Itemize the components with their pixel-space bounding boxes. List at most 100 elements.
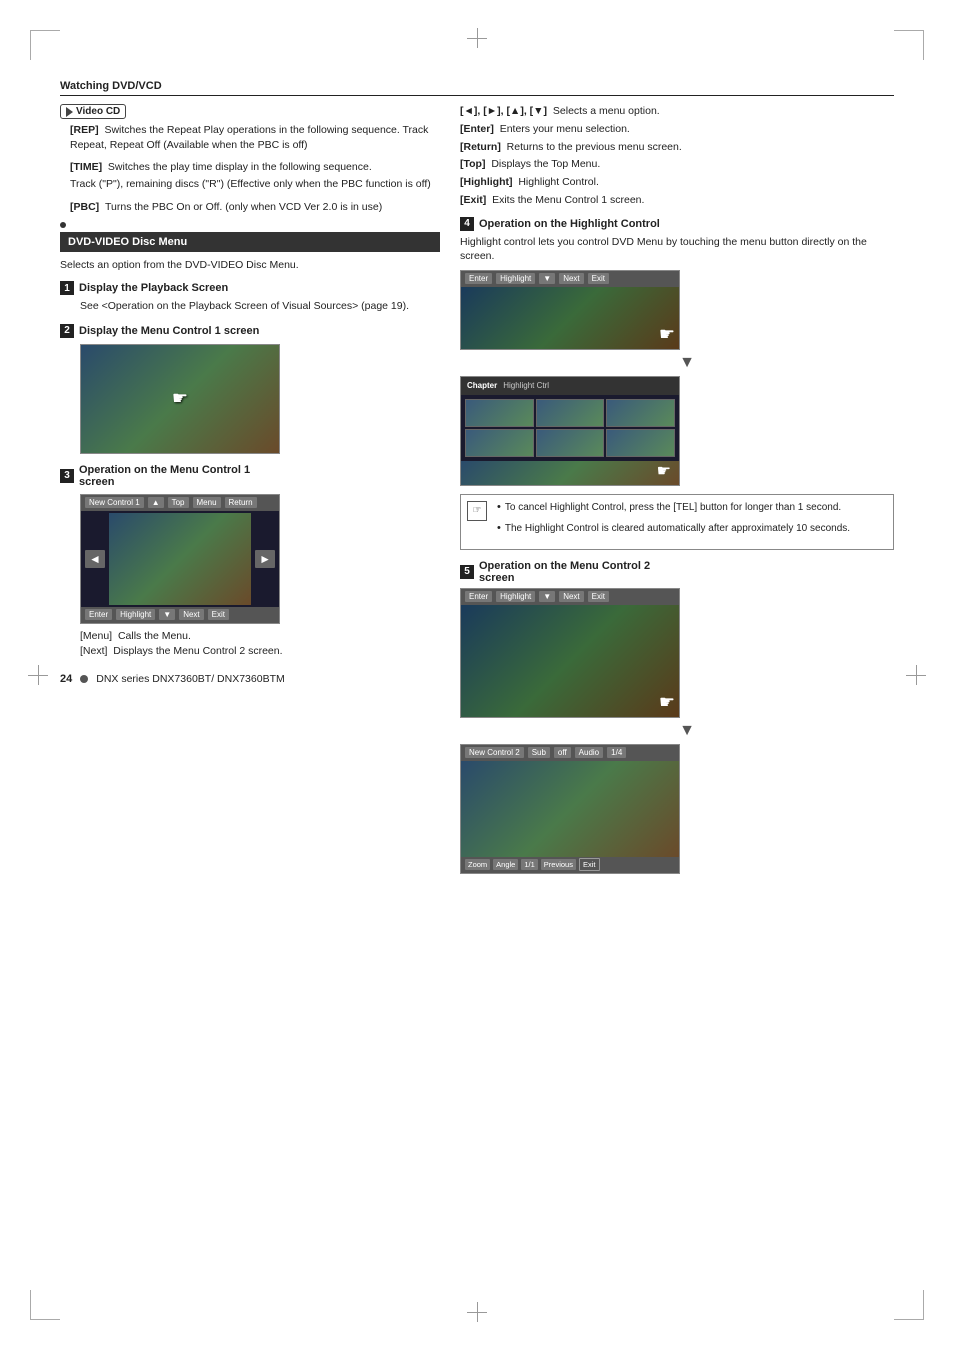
exit-item: [Exit] Exits the Menu Control 1 screen.	[460, 193, 894, 209]
screen-bottom-bar: Enter Highlight ▼ Next Exit	[81, 607, 279, 623]
time-text: [TIME] Switches the play time display in…	[70, 160, 440, 175]
enter-label: [Enter]	[460, 123, 494, 135]
arrows-desc: Selects a menu option.	[553, 105, 660, 117]
section-4-header: 4 Operation on the Highlight Control	[460, 217, 894, 231]
arrows-item: [◄], [►], [▲], [▼] Selects a menu option…	[460, 104, 894, 120]
time-desc2: Track ("P"), remaining discs ("R") (Effe…	[70, 177, 440, 192]
screen-top-bar: New Control 1 ▲ Top Menu Return	[81, 495, 279, 511]
menu2-bottom-nav-bar: Zoom Angle 1/1 Previous Exit	[461, 857, 679, 873]
hl-next: Next	[559, 273, 583, 284]
chapter-screen: Chapter Highlight Ctrl ☛	[460, 376, 680, 486]
section-5: 5 Operation on the Menu Control 2screen …	[460, 560, 894, 874]
right-column: [◄], [►], [▲], [▼] Selects a menu option…	[460, 104, 894, 884]
enter-item: [Enter] Enters your menu selection.	[460, 122, 894, 138]
section-4-desc: Highlight control lets you control DVD M…	[460, 235, 894, 264]
bot-highlight: Highlight	[116, 609, 155, 620]
highlight-desc: Highlight Control.	[518, 176, 599, 188]
section-1: 1 Display the Playback Screen See <Opera…	[60, 281, 440, 314]
top-bar-up: ▲	[148, 497, 164, 508]
footer-text: DNX series DNX7360BT/ DNX7360BTM	[96, 673, 284, 685]
section-3-number: 3	[60, 469, 74, 483]
top-label: [Top]	[460, 158, 485, 170]
highlight-item: [Highlight] Highlight Control.	[460, 175, 894, 191]
section-4: 4 Operation on the Highlight Control Hig…	[460, 217, 894, 550]
section-5-title: Operation on the Menu Control 2screen	[479, 560, 650, 584]
left-column: Video CD [REP] Switches the Repeat Play …	[60, 104, 440, 884]
menu2-top-bar: Enter Highlight ▼ Next Exit	[461, 589, 679, 605]
note-bullet-2: •	[497, 522, 501, 534]
top-bar-menu: Menu	[193, 497, 221, 508]
m2b-zoom: Zoom	[465, 859, 490, 870]
note-bullet-1: •	[497, 501, 501, 513]
arrow-options: [◄], [►], [▲], [▼] Selects a menu option…	[460, 104, 894, 209]
hl-exit: Exit	[588, 273, 609, 284]
next-desc: Displays the Menu Control 2 screen.	[113, 645, 282, 657]
chapter-sub-label: Highlight Ctrl	[503, 381, 549, 390]
top-bar-return: Return	[225, 497, 257, 508]
hand-cursor-icon: ☛	[172, 388, 188, 409]
menu-control-2-bottom-screen: New Control 2 Sub off Audio 1/4 Zoom Ang…	[460, 744, 680, 874]
section-1-title: Display the Playback Screen	[79, 282, 228, 294]
arrow-down-1: ▼	[480, 354, 894, 372]
menu-control-1-detail-screen: New Control 1 ▲ Top Menu Return ◄ ► Ente…	[80, 494, 280, 624]
note-row-1: • To cancel Highlight Control, press the…	[497, 501, 850, 519]
section-3: 3 Operation on the Menu Control 1screen …	[60, 464, 440, 657]
chapter-cell-5	[536, 429, 605, 457]
page-number: 24	[60, 673, 72, 685]
return-item: [Return] Returns to the previous menu sc…	[460, 140, 894, 156]
pbc-label: [PBC]	[70, 201, 99, 213]
m2b-angle: Angle	[493, 859, 518, 870]
note-icon: ☞	[467, 501, 487, 521]
hand-icon-3: ☛	[659, 692, 675, 713]
top-desc: Displays the Top Menu.	[491, 158, 600, 170]
section-1-header: 1 Display the Playback Screen	[60, 281, 440, 295]
pbc-desc: Turns the PBC On or Off. (only when VCD …	[105, 201, 382, 213]
note-icon-symbol: ☞	[473, 505, 482, 516]
bullet-dot	[60, 222, 66, 228]
section-4-number: 4	[460, 217, 474, 231]
m2t-down: ▼	[539, 591, 555, 602]
rep-block: [REP] Switches the Repeat Play operation…	[60, 123, 440, 152]
section-2-header: 2 Display the Menu Control 1 screen	[60, 324, 440, 338]
arrows-label: [◄], [►], [▲], [▼]	[460, 105, 547, 117]
chapter-grid	[461, 395, 679, 461]
menu-next-labels: [Menu] Calls the Menu. [Next] Displays t…	[60, 630, 440, 657]
top-bar-top: Top	[168, 497, 189, 508]
disc-menu-desc: Selects an option from the DVD-VIDEO Dis…	[60, 258, 440, 273]
m2b-audio: Audio	[575, 747, 603, 758]
arrow-down-2: ▼	[480, 722, 894, 740]
bot-next: Next	[179, 609, 203, 620]
bot-exit: Exit	[208, 609, 229, 620]
footer-dot	[80, 675, 88, 683]
chapter-cell-1	[465, 399, 534, 427]
section-4-title: Operation on the Highlight Control	[479, 218, 660, 230]
hand-icon-2: ☛	[657, 461, 671, 481]
menu-label-row: [Menu] Calls the Menu.	[80, 630, 440, 642]
m2t-enter: Enter	[465, 591, 492, 602]
section-2-title: Display the Menu Control 1 screen	[79, 325, 259, 337]
bot-enter: Enter	[85, 609, 112, 620]
menu2-top-info-bar: New Control 2 Sub off Audio 1/4	[461, 745, 679, 761]
note-box: ☞ • To cancel Highlight Control, press t…	[460, 494, 894, 550]
highlight-screen-top: Enter Highlight ▼ Next Exit ☛	[460, 270, 680, 350]
page-footer: 24 DNX series DNX7360BT/ DNX7360BTM	[60, 673, 440, 685]
return-desc: Returns to the previous menu screen.	[507, 141, 682, 153]
m2b-oneone: 1/1	[521, 859, 537, 870]
exit-label: [Exit]	[460, 194, 486, 206]
m2t-next: Next	[559, 591, 583, 602]
chapter-cell-2	[536, 399, 605, 427]
top-item: [Top] Displays the Top Menu.	[460, 157, 894, 173]
dvd-menu-box: DVD-VIDEO Disc Menu	[60, 232, 440, 252]
hand-icon-1: ☛	[659, 324, 675, 345]
m2b-sub: Sub	[528, 747, 550, 758]
note-row-2: • The Highlight Control is cleared autom…	[497, 522, 850, 540]
note-text-2: The Highlight Control is cleared automat…	[505, 522, 850, 536]
chapter-cell-6	[606, 429, 675, 457]
section-5-number: 5	[460, 565, 474, 579]
video-cd-icon: Video CD	[60, 104, 126, 119]
menu-control-2-top-screen: Enter Highlight ▼ Next Exit ☛	[460, 588, 680, 718]
pbc-block: [PBC] Turns the PBC On or Off. (only whe…	[60, 200, 440, 215]
dvd-menu-title: DVD-VIDEO Disc Menu	[68, 236, 187, 248]
rep-desc: Switches the Repeat Play operations in t…	[70, 124, 428, 151]
section-2-number: 2	[60, 324, 74, 338]
